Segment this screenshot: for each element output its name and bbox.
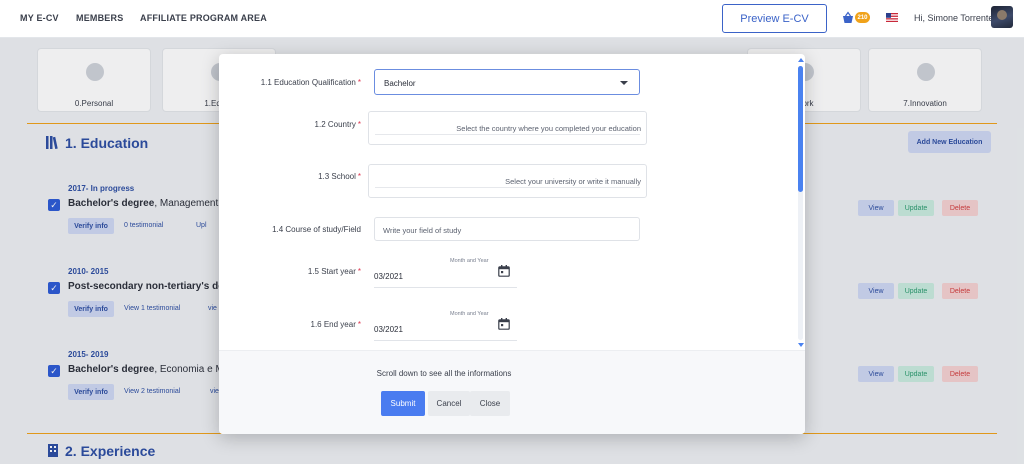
nav-affiliate-program[interactable]: AFFILIATE PROGRAM AREA (140, 13, 267, 23)
school-input[interactable]: Select your university or write it manua… (368, 164, 647, 198)
calendar-icon[interactable] (498, 318, 510, 330)
country-placeholder: Select the country where you completed y… (456, 124, 641, 133)
nav-my-ecv[interactable]: MY E-CV (20, 13, 59, 23)
education-modal: 1.1 Education Qualification * Bachelor 1.… (219, 54, 805, 434)
chevron-down-icon (620, 81, 628, 85)
modal-scrollbar[interactable] (796, 58, 805, 348)
preview-ecv-button[interactable]: Preview E-CV (722, 4, 827, 33)
end-year-label: 1.6 End year * (310, 320, 362, 329)
modal-body: 1.1 Education Qualification * Bachelor 1.… (219, 54, 805, 350)
user-greeting: Hi, Simone Torrente (914, 13, 994, 23)
education-qualification-select[interactable]: Bachelor (374, 69, 640, 95)
start-year-hint: Month and Year (450, 258, 489, 264)
school-placeholder: Select your university or write it manua… (505, 177, 641, 186)
end-year-picker[interactable]: Month and Year 03/2021 (374, 311, 517, 341)
end-year-value: 03/2021 (374, 325, 403, 334)
scroll-hint-text: Scroll down to see all the informations (376, 369, 512, 378)
school-label: 1.3 School * (318, 172, 361, 181)
modal-footer: Scroll down to see all the informations … (219, 350, 805, 434)
nav-members[interactable]: MEMBERS (76, 13, 123, 23)
input-underline (374, 340, 517, 341)
cancel-button[interactable]: Cancel (428, 391, 470, 416)
course-placeholder: Write your field of study (383, 226, 462, 235)
country-input[interactable]: Select the country where you completed y… (368, 111, 647, 145)
start-year-label: 1.5 Start year * (307, 267, 361, 276)
qualification-label: 1.1 Education Qualification * (260, 78, 361, 87)
close-button[interactable]: Close (470, 391, 510, 416)
input-underline (375, 187, 640, 188)
cart-count-badge: 210 (855, 12, 870, 23)
input-underline (375, 134, 640, 135)
start-year-value: 03/2021 (374, 272, 403, 281)
end-year-hint: Month and Year (450, 311, 489, 317)
top-navbar: MY E-CV MEMBERS AFFILIATE PROGRAM AREA P… (0, 0, 1024, 38)
scroll-up-arrow-icon[interactable] (798, 58, 804, 62)
input-underline (374, 287, 517, 288)
scroll-down-arrow-icon[interactable] (798, 343, 804, 347)
calendar-icon[interactable] (498, 265, 510, 277)
course-label: 1.4 Course of study/Field (272, 225, 361, 234)
start-year-picker[interactable]: Month and Year 03/2021 (374, 258, 517, 288)
country-label: 1.2 Country * (314, 120, 361, 129)
us-flag-icon[interactable] (886, 13, 898, 22)
qualification-selected-value: Bachelor (384, 79, 416, 88)
scrollbar-thumb[interactable] (798, 66, 803, 192)
basket-icon[interactable] (841, 11, 855, 25)
course-of-study-input[interactable]: Write your field of study (374, 217, 640, 241)
submit-button[interactable]: Submit (381, 391, 425, 416)
avatar[interactable] (991, 6, 1013, 28)
